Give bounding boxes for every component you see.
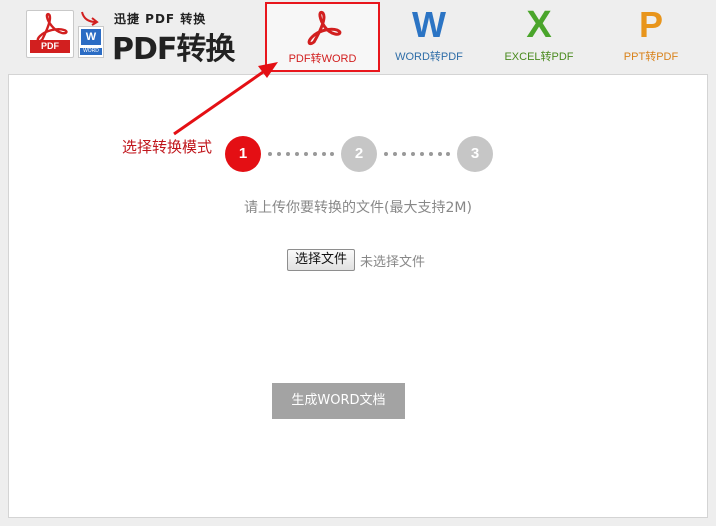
connector-dot <box>268 152 272 156</box>
tab-label: EXCEL转PDF <box>504 51 574 63</box>
adobe-pdf-icon <box>267 10 378 48</box>
tab-label: PPT转PDF <box>623 51 679 63</box>
connector-dot <box>438 152 442 156</box>
word-letter: W <box>81 29 101 45</box>
app-logo: PDF W WORD 迅捷 PDF 转换 PDF转换器 <box>26 8 246 111</box>
convert-arrow-icon <box>81 11 99 26</box>
connector-dot <box>286 152 290 156</box>
connector-dot <box>295 152 299 156</box>
no-file-text: 未选择文件 <box>360 255 426 270</box>
connector-dot <box>322 152 326 156</box>
generate-word-button[interactable]: 生成WORD文档 <box>272 383 405 419</box>
pdf-label: PDF <box>30 40 70 53</box>
connector-dot <box>313 152 317 156</box>
word-icon: W <box>412 4 446 45</box>
annotation-text: 选择转换模式 <box>122 138 213 156</box>
step-connector <box>384 152 450 156</box>
excel-icon: X <box>526 4 552 46</box>
connector-dot <box>277 152 281 156</box>
annotation-arrow-icon <box>173 62 278 136</box>
step-1-indicator: 1 <box>225 136 261 172</box>
connector-dot <box>411 152 415 156</box>
choose-file-button[interactable]: 选择文件 <box>287 249 355 271</box>
upload-hint: 请上传你要转换的文件(最大支持2M) <box>244 200 472 216</box>
header: PDF W WORD 迅捷 PDF 转换 PDF转换器 PDF转WORD W W… <box>0 0 716 111</box>
powerpoint-icon: P <box>638 4 663 45</box>
connector-dot <box>304 152 308 156</box>
connector-dot <box>402 152 406 156</box>
pdf-document-icon: PDF <box>26 10 74 58</box>
tab-word-to-pdf[interactable]: W WORD转PDF <box>372 0 486 74</box>
tab-ppt-to-pdf[interactable]: P PPT转PDF <box>594 0 708 74</box>
connector-dot <box>429 152 433 156</box>
connector-dot <box>384 152 388 156</box>
connector-dot <box>446 152 450 156</box>
tab-excel-to-pdf[interactable]: X EXCEL转PDF <box>482 0 596 74</box>
step-3-indicator: 3 <box>457 136 493 172</box>
tab-label: WORD转PDF <box>395 51 463 63</box>
step-connector <box>268 152 334 156</box>
connector-dot <box>330 152 334 156</box>
step-2-indicator: 2 <box>341 136 377 172</box>
connector-dot <box>393 152 397 156</box>
word-label: WORD <box>80 48 102 55</box>
connector-dot <box>420 152 424 156</box>
word-document-icon: W WORD <box>78 26 104 58</box>
